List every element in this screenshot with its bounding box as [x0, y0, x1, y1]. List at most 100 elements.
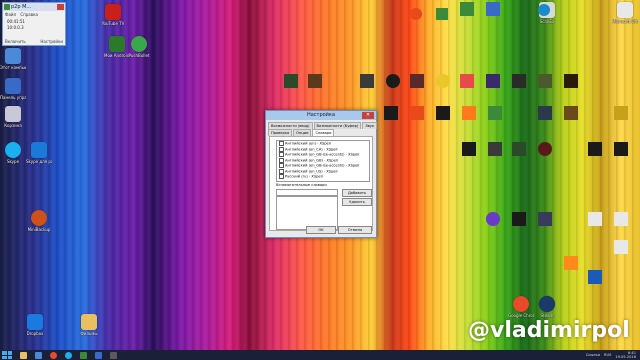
dialog-titlebar[interactable]: Настройка ✕	[266, 111, 376, 120]
p2p-mini-window[interactable]: p2p M... Файл Справка 00:41:51 10:0.0.3 …	[2, 2, 66, 46]
enable-link[interactable]: Включить	[5, 39, 26, 44]
app-icon[interactable]	[460, 2, 474, 16]
app-icon[interactable]	[462, 142, 476, 156]
app-icon[interactable]	[564, 106, 578, 120]
language-indicator[interactable]: RUS	[604, 353, 611, 357]
app-icon[interactable]	[538, 106, 552, 120]
app-icon[interactable]	[614, 106, 628, 120]
desktop-icon-this-pc[interactable]: Этот компьютер	[0, 48, 26, 70]
app-icon[interactable]	[588, 142, 602, 156]
app-icon[interactable]	[360, 74, 374, 88]
desktop-icon-pushbullet[interactable]: PushBullet	[126, 36, 152, 58]
links-toolbar[interactable]: Ссылки	[586, 353, 600, 357]
checkbox[interactable]	[279, 163, 284, 168]
app-icon[interactable]	[462, 106, 476, 120]
tab-input[interactable]: Возможности (ввод)	[268, 122, 313, 129]
app-icon[interactable]	[564, 74, 578, 88]
close-button[interactable]	[57, 4, 64, 10]
app-icon[interactable]	[410, 8, 422, 20]
app-icon[interactable]	[614, 142, 628, 156]
dialog-title: Настройка	[306, 112, 336, 118]
app-icon[interactable]	[410, 106, 424, 120]
dialog-close-button[interactable]: ✕	[362, 112, 374, 119]
delete-button[interactable]: Удалить	[342, 198, 372, 206]
app-icon[interactable]	[588, 270, 602, 284]
checkbox[interactable]	[279, 168, 284, 174]
clock[interactable]: 6:41 19.05.2016	[615, 351, 636, 359]
desktop-icon-recycle-bin[interactable]: Корзина	[0, 106, 26, 128]
desktop-icon-steam[interactable]: Steam	[534, 296, 560, 318]
app-icon[interactable]	[538, 212, 552, 226]
app-icon[interactable]	[436, 74, 450, 88]
app-icon[interactable]	[488, 106, 502, 120]
app-icon[interactable]	[436, 106, 450, 120]
checkbox[interactable]	[279, 174, 284, 179]
custom-dictionary-list[interactable]	[276, 196, 338, 230]
skype-icon[interactable]	[65, 351, 72, 359]
list-item[interactable]: Русский (ru) - XSpell	[277, 174, 369, 180]
desktop-icon-minibackup[interactable]: MiniBackup	[26, 210, 52, 232]
explorer-icon[interactable]	[20, 351, 27, 359]
taskbar-app-icon[interactable]	[35, 351, 42, 359]
settings-dialog[interactable]: Настройка ✕ Возможности (ввод) Возможнос…	[265, 110, 378, 238]
app-icon[interactable]	[384, 106, 398, 120]
folder-icon	[81, 314, 97, 330]
add-button[interactable]: Добавить	[342, 189, 372, 197]
app-icon[interactable]	[284, 74, 298, 88]
desktop-icon-control-panel[interactable]: Панель управления	[0, 78, 26, 100]
tab-options[interactable]: Опции	[293, 129, 312, 136]
app-icon[interactable]	[460, 74, 474, 88]
checkbox[interactable]	[279, 146, 284, 152]
tab-sound[interactable]: Звук	[362, 122, 378, 129]
app-icon[interactable]	[386, 74, 400, 88]
menu-file[interactable]: Файл	[5, 12, 16, 17]
taskbar-app-icon[interactable]	[95, 351, 102, 359]
checkbox[interactable]	[279, 157, 284, 163]
app-icon[interactable]	[512, 142, 526, 156]
desktop-icon-office[interactable]: Microsoft Office Ma...	[612, 2, 638, 24]
desktop-icon-skype-business[interactable]: Skype для рабочего...	[26, 142, 52, 164]
mini-window-titlebar[interactable]: p2p M...	[3, 3, 65, 11]
app-icon[interactable]	[588, 212, 602, 226]
checkbox[interactable]	[279, 141, 284, 146]
system-tray: Ссылки RUS 6:41 19.05.2016	[582, 350, 636, 360]
app-icon[interactable]	[486, 212, 500, 226]
tab-dictionaries[interactable]: Словари	[312, 129, 335, 136]
app-icon[interactable]	[538, 4, 550, 16]
app-icon[interactable]	[538, 74, 552, 88]
desktop-icon-youtube-tv[interactable]: YouTube TV	[100, 4, 126, 26]
app-icon[interactable]	[538, 142, 552, 156]
app-icon[interactable]	[436, 8, 448, 20]
checkbox[interactable]	[279, 152, 284, 157]
list-item[interactable]: Английский (en_GB-ize-accents) - XSpell	[277, 152, 369, 158]
app-icon[interactable]	[614, 240, 628, 254]
app-icon[interactable]	[512, 212, 526, 226]
app-icon[interactable]	[564, 256, 578, 270]
tab-check[interactable]: Проверка	[268, 129, 293, 136]
app-icon[interactable]	[486, 74, 500, 88]
dictionary-list[interactable]: Английский (en) - XSpell Английский (en_…	[276, 140, 370, 182]
custom-dictionary-input[interactable]	[276, 189, 338, 196]
app-icon[interactable]	[486, 2, 500, 16]
app-icon[interactable]	[512, 74, 526, 88]
desktop-icon-chrome[interactable]: Google Chrome	[508, 296, 534, 318]
ok-button[interactable]: OK	[306, 226, 336, 234]
tab-buffer[interactable]: Возможности (Буфер)	[313, 122, 362, 129]
desktop-icon-skype[interactable]: Skype	[0, 142, 26, 164]
chrome-icon[interactable]	[50, 351, 57, 359]
minimize-button[interactable]	[37, 4, 45, 10]
taskbar-app-icon[interactable]	[110, 351, 117, 359]
cancel-button[interactable]: Отмена	[338, 226, 372, 234]
start-button[interactable]	[2, 351, 12, 359]
maximize-button[interactable]	[47, 4, 55, 10]
app-icon[interactable]	[488, 142, 502, 156]
app-icon[interactable]	[614, 212, 628, 226]
app-icon[interactable]	[410, 74, 424, 88]
list-item[interactable]: Английский (en_GB-ise-accents) - XSpell	[277, 163, 369, 169]
taskbar-app-icon[interactable]	[80, 351, 87, 359]
desktop-icon-dropbox[interactable]: Dropbox	[22, 314, 48, 336]
desktop-icon-movies-folder[interactable]: Фильмы	[76, 314, 102, 336]
menu-help[interactable]: Справка	[20, 12, 38, 17]
settings-link[interactable]: Настройки	[40, 39, 63, 44]
app-icon[interactable]	[308, 74, 322, 88]
